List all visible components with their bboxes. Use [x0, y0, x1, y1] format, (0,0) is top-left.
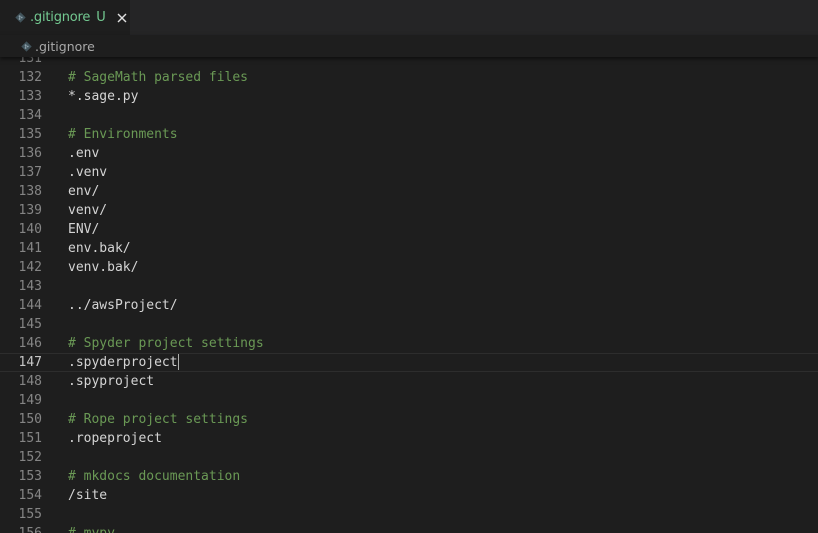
code-comment: # Environments	[68, 127, 178, 142]
line-number: 155	[18, 507, 42, 522]
code-line[interactable]: 135 # Environments	[0, 125, 818, 144]
code-line[interactable]: 136 .env	[0, 144, 818, 163]
code-line[interactable]: 138 env/	[0, 182, 818, 201]
code-line[interactable]: 155	[0, 505, 818, 524]
code-text: env.bak/	[68, 241, 131, 256]
line-number: 149	[18, 393, 42, 408]
line-number: 139	[18, 203, 42, 218]
code-line[interactable]: 140 ENV/	[0, 220, 818, 239]
code-line[interactable]: 151 .ropeproject	[0, 429, 818, 448]
code-line[interactable]: 153 # mkdocs documentation	[0, 467, 818, 486]
code-text: venv/	[68, 203, 108, 218]
line-number: 154	[18, 488, 42, 503]
breadcrumb: .gitignore	[0, 35, 818, 57]
line-number: 145	[18, 317, 42, 332]
git-diamond-icon	[20, 40, 32, 52]
line-number: 150	[18, 412, 42, 427]
line-number: 148	[18, 374, 42, 389]
line-number: 134	[18, 108, 42, 123]
line-number: 133	[18, 89, 42, 104]
code-text: /site	[68, 488, 108, 503]
line-number: 135	[18, 127, 42, 142]
untracked-status-badge: U	[96, 10, 106, 25]
line-number: 143	[18, 279, 42, 294]
line-number: 138	[18, 184, 42, 199]
code-comment: # Rope project settings	[68, 412, 249, 427]
line-number: 153	[18, 469, 42, 484]
breadcrumb-file[interactable]: .gitignore	[35, 39, 95, 54]
close-icon[interactable]	[114, 10, 130, 26]
code-comment: # Spyder project settings	[68, 336, 264, 351]
code-comment: # mypy	[68, 524, 115, 533]
line-number: 147	[18, 355, 42, 370]
code-text: .spyproject	[68, 374, 155, 389]
code-editor[interactable]: 131 132 # SageMath parsed files 133 *.sage.p…	[0, 49, 818, 533]
line-number: 142	[18, 260, 42, 275]
code-line[interactable]: 148 .spyproject	[0, 372, 818, 391]
code-text: .ropeproject	[68, 431, 162, 446]
code-line[interactable]: 152	[0, 448, 818, 467]
line-number: 141	[18, 241, 42, 256]
code-text: .venv	[68, 165, 108, 180]
line-number: 137	[18, 165, 42, 180]
code-line[interactable]: 132 # SageMath parsed files	[0, 68, 818, 87]
tab-bar: .gitignore U	[0, 0, 818, 35]
code-text: env/	[68, 184, 100, 199]
tab-label: .gitignore	[30, 10, 91, 25]
text-cursor	[177, 353, 179, 370]
editor-window: .gitignore U .gitignore 131 132 # SageMath	[0, 0, 818, 533]
code-text: *.sage.py	[68, 89, 139, 104]
tab-gitignore[interactable]: .gitignore U	[0, 0, 130, 35]
code-line[interactable]: 150 # Rope project settings	[0, 410, 818, 429]
code-line[interactable]: 144 ../awsProject/	[0, 296, 818, 315]
line-number: 144	[18, 298, 42, 313]
code-line[interactable]: 142 venv.bak/	[0, 258, 818, 277]
line-number: 156	[0, 524, 42, 533]
line-number: 136	[18, 146, 42, 161]
git-diamond-icon	[14, 12, 26, 24]
code-text: venv.bak/	[68, 260, 139, 275]
code-line[interactable]: 149	[0, 391, 818, 410]
code-line[interactable]: 134	[0, 106, 818, 125]
line-number: 151	[18, 431, 42, 446]
code-line[interactable]: 143	[0, 277, 818, 296]
code-line[interactable]: 133 *.sage.py	[0, 87, 818, 106]
code-line[interactable]: 139 venv/	[0, 201, 818, 220]
line-number: 132	[18, 70, 42, 85]
code-line[interactable]: 154/site	[0, 486, 818, 505]
line-number: 146	[18, 336, 42, 351]
code-text: ../awsProject/	[68, 298, 178, 313]
line-number: 152	[18, 450, 42, 465]
code-text: .env	[68, 146, 100, 161]
current-code-line[interactable]: 147 .spyderproject	[0, 353, 818, 372]
code-text: .spyderproject	[68, 353, 179, 370]
code-line[interactable]: 156 # mypy	[0, 524, 818, 533]
code-line[interactable]: 145	[0, 315, 818, 334]
code-comment: # SageMath parsed files	[68, 70, 249, 85]
code-comment: # mkdocs documentation	[68, 469, 241, 484]
line-number: 140	[18, 222, 42, 237]
code-text: ENV/	[68, 222, 100, 237]
code-line[interactable]: 141 env.bak/	[0, 239, 818, 258]
code-line[interactable]: 137 .venv	[0, 163, 818, 182]
code-line[interactable]: 146 # Spyder project settings	[0, 334, 818, 353]
